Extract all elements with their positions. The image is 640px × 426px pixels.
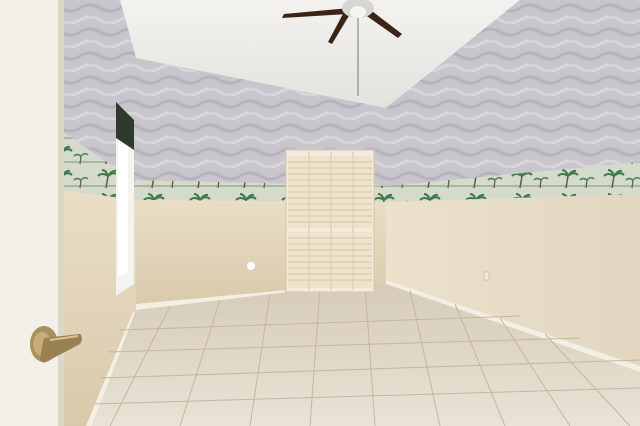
window [116, 102, 134, 296]
bifold-closet-door [285, 149, 375, 293]
open-door [0, 0, 64, 426]
room-photo [0, 0, 640, 426]
room-photo-canvas [0, 0, 640, 426]
wall-light-spot [247, 262, 255, 270]
wall-outlet [483, 271, 490, 281]
